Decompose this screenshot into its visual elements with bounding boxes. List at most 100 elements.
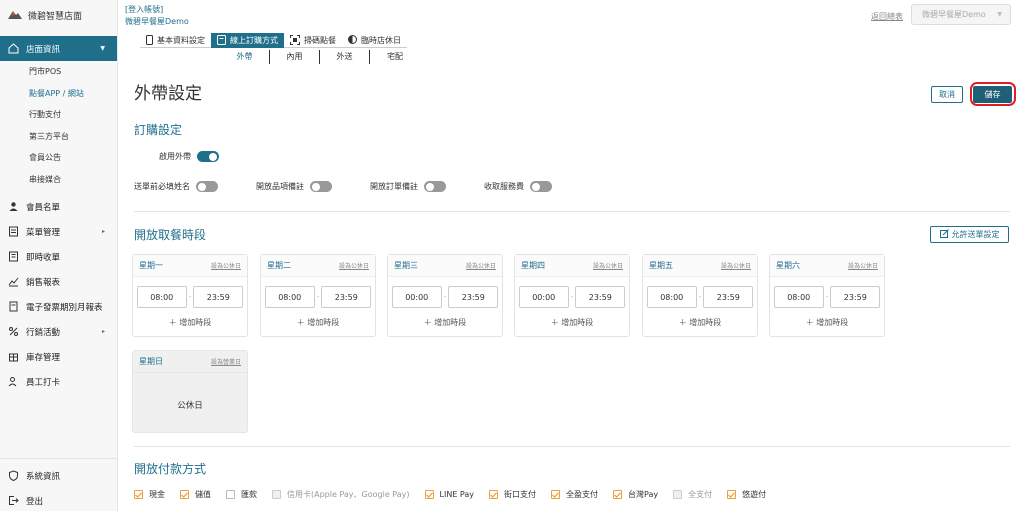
sidebar-sub-mobile-pay[interactable]: 行動支付 [0,104,117,126]
start-time-input[interactable]: 00:00 [518,286,569,308]
set-holiday-link[interactable]: 設為公休日 [593,261,623,270]
payment-cash[interactable]: 現金 [134,489,165,500]
subtab-delivery[interactable]: 外送 [320,50,370,64]
payment-icash-pay[interactable]: 全盈支付 [551,489,598,500]
day-card-wednesday: 星期三 設為公休日 00:00 - 23:59 ＋ 增加時段 [387,254,503,337]
tab-online-ordering[interactable]: 線上訂購方式 [211,33,284,48]
set-holiday-link[interactable]: 設為公休日 [339,261,369,270]
set-holiday-link[interactable]: 設為公休日 [721,261,751,270]
set-holiday-link[interactable]: 設為公休日 [211,261,241,270]
sidebar-sub-announcement[interactable]: 會員公告 [0,147,117,169]
sidebar-bottom: 系統資訊 登出 [0,458,117,511]
sidebar-item-members[interactable]: 會員名單 [0,194,117,219]
checkbox-checked-icon[interactable] [134,490,143,499]
checkbox-checked-icon[interactable] [424,490,434,499]
allow-order-settings-button[interactable]: 允許送單設定 [930,226,1009,243]
day-name: 星期六 [776,261,800,270]
add-time-slot-button[interactable]: ＋ 增加時段 [133,317,247,328]
save-button[interactable]: 儲存 [973,86,1012,103]
day-header: 星期三 設為公休日 [388,255,502,277]
set-business-day-link[interactable]: 設為營業日 [211,357,241,366]
checkbox-checked-icon[interactable] [489,490,499,499]
sidebar-item-inventory[interactable]: 庫存管理 [0,344,117,369]
tab-scan-order[interactable]: 掃碼點餐 [284,33,342,48]
service-fee-toggle[interactable] [530,181,552,192]
tab-basic-settings[interactable]: 基本資料設定 [140,33,211,48]
shield-icon [8,470,19,481]
sidebar-item-invoice-report[interactable]: 電子發票期別月報表 [0,294,117,319]
payment-stored-value[interactable]: 儲值 [180,489,211,500]
payment-easy-wallet[interactable]: 悠遊付 [727,489,766,500]
end-time-input[interactable]: 23:59 [575,286,626,308]
sidebar-sub-app-web[interactable]: 點餐APP / 網站 [0,83,117,105]
add-time-slot-button[interactable]: ＋ 增加時段 [643,317,757,328]
sidebar-item-orders[interactable]: 即時收單 [0,244,117,269]
day-card-sunday: 星期日 設為營業日 公休日 [132,350,248,433]
checkbox-checked-icon[interactable] [727,490,737,499]
end-time-input[interactable]: 23:59 [703,286,754,308]
brand[interactable]: 微碧智慧店面 [0,0,117,30]
add-time-slot-button[interactable]: ＋ 增加時段 [770,317,884,328]
tab-temp-closed[interactable]: 臨時店休日 [342,33,407,48]
sidebar-item-sales-report[interactable]: 銷售報表 [0,269,117,294]
start-time-input[interactable]: 08:00 [264,286,315,308]
day-name: 星期三 [394,261,418,270]
item-note-toggle[interactable] [310,181,332,192]
start-time-input[interactable]: 08:00 [773,286,824,308]
payment-taiwan-pay[interactable]: 台灣Pay [613,489,658,500]
back-to-overview-link[interactable]: 返回總表 [871,11,903,22]
login-account-link[interactable]: [登入帳號] [125,4,163,15]
day-card-saturday: 星期六 設為公休日 08:00 - 23:59 ＋ 增加時段 [769,254,885,337]
checkbox-empty-icon[interactable] [226,490,235,499]
require-name-row: 送單前必填姓名 [134,181,218,192]
start-time-input[interactable]: 08:00 [646,286,697,308]
service-fee-row: 收取服務費 [484,181,552,192]
sidebar-item-store-info[interactable]: 店面資訊 ▼ [0,36,117,61]
day-header: 星期六 設為公休日 [770,255,884,277]
payment-jkopay[interactable]: 街口支付 [489,489,536,500]
sidebar-item-system-info[interactable]: 系統資訊 [0,463,117,488]
sidebar-item-clock-in[interactable]: 員工打卡 [0,369,117,394]
order-note-row: 開放訂單備註 [370,181,446,192]
order-note-toggle[interactable] [424,181,446,192]
add-time-slot-button[interactable]: ＋ 增加時段 [261,317,375,328]
cancel-button[interactable]: 取消 [931,86,963,103]
store-select-value: 微碧早餐屋Demo [922,10,986,19]
store-select[interactable]: 微碧早餐屋Demo ▼ [911,4,1011,25]
start-time-input[interactable]: 08:00 [136,286,187,308]
day-name: 星期四 [521,261,545,270]
enable-takeout-toggle[interactable] [197,151,219,162]
payment-methods-row: 現金 儲值 匯款 信用卡(Apple Pay、Google Pay) LINE … [134,489,781,500]
time-range: 00:00 - 23:59 [388,286,502,308]
set-holiday-link[interactable]: 設為公休日 [466,261,496,270]
subtab-shipping[interactable]: 宅配 [370,50,420,64]
start-time-input[interactable]: 00:00 [391,286,442,308]
sidebar-item-menu[interactable]: 菜單管理 ▸ [0,219,117,244]
subtab-takeout[interactable]: 外帶 [220,50,270,64]
set-holiday-link[interactable]: 設為公休日 [848,261,878,270]
store-name-link[interactable]: 微碧早餐屋Demo [125,16,189,27]
sidebar-sub-third-party[interactable]: 第三方平台 [0,126,117,148]
require-name-toggle[interactable] [196,181,218,192]
sidebar-item-marketing[interactable]: 行銷活動 ▸ [0,319,117,344]
checkbox-checked-icon[interactable] [613,490,623,499]
payment-label: 台灣Pay [628,490,659,499]
edit-icon [939,229,949,240]
day-card-tuesday: 星期二 設為公休日 08:00 - 23:59 ＋ 增加時段 [260,254,376,337]
add-time-slot-button[interactable]: ＋ 增加時段 [388,317,502,328]
sidebar-sub-pos[interactable]: 門市POS [0,61,117,83]
end-time-input[interactable]: 23:59 [321,286,372,308]
checkbox-checked-icon[interactable] [551,490,561,499]
end-time-input[interactable]: 23:59 [448,286,499,308]
payment-transfer[interactable]: 匯款 [226,489,257,500]
end-time-input[interactable]: 23:59 [830,286,881,308]
payment-line-pay[interactable]: LINE Pay [424,490,474,499]
sidebar-sub-integration[interactable]: 串接媒合 [0,169,117,191]
end-time-input[interactable]: 23:59 [193,286,244,308]
day-header: 星期日 設為營業日 [133,351,247,373]
add-time-slot-button[interactable]: ＋ 增加時段 [515,317,629,328]
day-header: 星期四 設為公休日 [515,255,629,277]
checkbox-checked-icon[interactable] [180,490,189,499]
sidebar-item-logout[interactable]: 登出 [0,488,117,511]
subtab-dine-in[interactable]: 內用 [270,50,320,64]
